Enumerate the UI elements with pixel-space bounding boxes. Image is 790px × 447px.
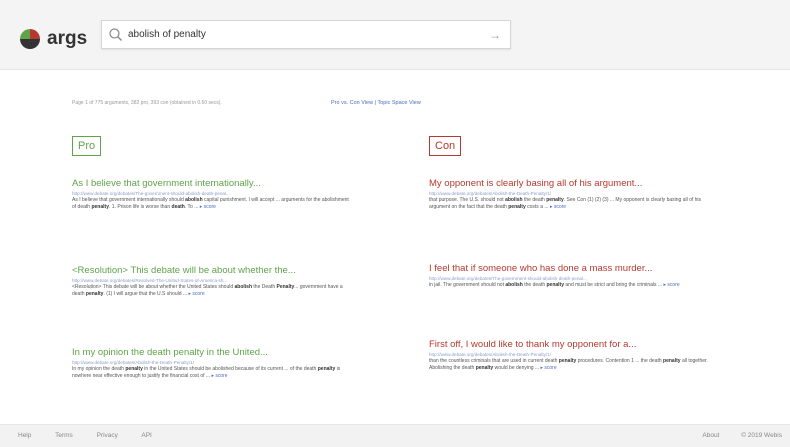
con-result: First off, I would like to thank my oppo… xyxy=(429,339,719,371)
footer-link-api[interactable]: API xyxy=(141,432,151,439)
view-switch: Pro vs. Con View | Topic Space View xyxy=(331,100,421,106)
footer-links: Help Terms Privacy API xyxy=(18,432,174,439)
footer-right: About © 2019 Webis xyxy=(682,432,782,439)
result-snippet: As I believe that government internation… xyxy=(72,197,349,210)
result-snippet: In my opinion the death penalty in the U… xyxy=(72,366,341,379)
result-title[interactable]: <Resolution> This debate will be about w… xyxy=(72,265,362,277)
header: args → xyxy=(0,0,790,70)
result-stats: Page 1 of 775 arguments, 382 pro, 393 co… xyxy=(72,100,222,106)
con-column-label: Con xyxy=(429,136,462,156)
score-link[interactable]: ▸ score xyxy=(664,282,680,288)
search-box: → xyxy=(101,20,511,49)
pro-column-label: Pro xyxy=(72,136,102,156)
pro-result: In my opinion the death penalty in the U… xyxy=(72,347,362,379)
score-link[interactable]: ▸ score xyxy=(540,365,556,371)
result-title[interactable]: My opponent is clearly basing all of his… xyxy=(429,178,719,190)
topic-space-view-link[interactable]: Topic Space View xyxy=(377,100,420,106)
result-url[interactable]: http://www.debate.org/debates/Resolved-T… xyxy=(72,277,362,284)
search-icon xyxy=(109,28,122,41)
result-snippet: than the countless criminals that are us… xyxy=(429,358,708,371)
score-link[interactable]: ▸ score xyxy=(188,291,204,297)
score-link[interactable]: ▸ score xyxy=(550,204,566,210)
brand-name: args xyxy=(47,28,88,49)
result-url[interactable]: http://www.debate.org/debates/The-govern… xyxy=(72,190,362,197)
footer-link-about[interactable]: About xyxy=(702,432,719,439)
arrow-right-icon[interactable]: → xyxy=(488,27,502,43)
search-input[interactable] xyxy=(128,24,478,45)
score-link[interactable]: ▸ score xyxy=(211,373,227,379)
footer-link-terms[interactable]: Terms xyxy=(55,432,73,439)
result-url[interactable]: http://www.debate.org/debates/Abolish-th… xyxy=(429,351,719,358)
con-result: I feel that if someone who has done a ma… xyxy=(429,263,719,289)
logo[interactable]: args xyxy=(18,24,87,54)
result-url[interactable]: http://www.debate.org/debates/Abolish-th… xyxy=(72,359,362,366)
pro-result: As I believe that government internation… xyxy=(72,178,362,210)
pro-result: <Resolution> This debate will be about w… xyxy=(72,265,362,297)
score-link[interactable]: ▸ score xyxy=(200,204,216,210)
footer-link-help[interactable]: Help xyxy=(18,432,31,439)
result-url[interactable]: http://www.debate.org/debates/Abolish-th… xyxy=(429,190,719,197)
result-snippet: <Resolution> This debate will be about w… xyxy=(72,284,343,297)
result-title[interactable]: As I believe that government internation… xyxy=(72,178,362,190)
footer-link-privacy[interactable]: Privacy xyxy=(97,432,118,439)
pro-vs-con-view-link[interactable]: Pro vs. Con View xyxy=(331,100,373,106)
result-snippet: in jail. The government should not aboli… xyxy=(429,282,680,288)
result-title[interactable]: First off, I would like to thank my oppo… xyxy=(429,339,719,351)
con-result: My opponent is clearly basing all of his… xyxy=(429,178,719,210)
result-title[interactable]: In my opinion the death penalty in the U… xyxy=(72,347,362,359)
result-title[interactable]: I feel that if someone who has done a ma… xyxy=(429,263,719,275)
result-snippet: that purpose. The U.S. should not abolis… xyxy=(429,197,702,210)
args-logo-icon xyxy=(20,29,40,49)
footer: Help Terms Privacy API About © 2019 Webi… xyxy=(0,424,790,447)
copyright: © 2019 Webis xyxy=(741,432,782,439)
result-url[interactable]: http://www.debate.org/debates/The-govern… xyxy=(429,275,719,282)
